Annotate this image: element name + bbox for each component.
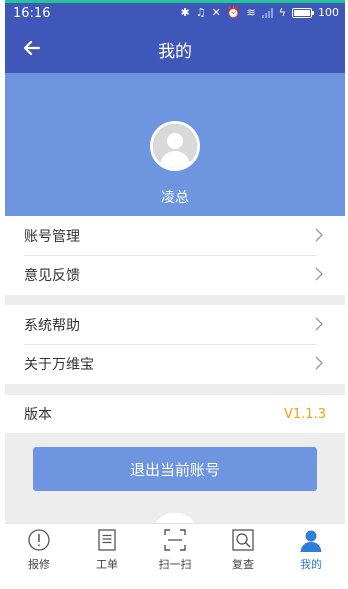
tab-label: 扫一扫 [158,558,192,571]
status-time: 16:16 [13,6,51,21]
username: 凌总 [161,190,189,206]
page-title: 我的 [158,42,192,62]
menu-item-account-management[interactable]: 账号管理 [5,216,345,255]
section-divider [5,295,345,305]
menu-item-label: 系统帮助 [24,317,80,334]
headphones-icon: ♫ [195,6,206,19]
battery-fill [294,9,310,16]
tab-mine[interactable]: 我的 [277,524,345,589]
tab-review[interactable]: 复查 [209,524,277,589]
menu-item-label: 关于万维宝 [24,356,94,373]
menu-item-label: 账号管理 [24,228,80,245]
status-bar: 16:16 ✱ ♫ ✕ ⏰ ≋ ϟ 100 [5,3,345,25]
menu-item-about[interactable]: 关于万维宝 [5,344,345,383]
mute-icon: ✕ [211,6,221,19]
bottom-tab-bar: 报修 工单 扫一扫 复查 我的 [5,523,345,589]
menu-item-label: 意见反馈 [24,267,80,284]
logout-section: 退出当前账号 [5,433,345,523]
tab-work-orders[interactable]: 工单 [73,524,141,589]
document-icon [98,529,116,551]
avatar[interactable] [150,121,200,171]
profile-header: 凌总 [5,73,345,216]
tab-report-repair[interactable]: 报修 [5,524,73,589]
user-avatar-icon [153,124,197,168]
version-row: 版本 V1.1.3 [5,395,345,433]
version-value: V1.1.3 [284,406,326,422]
scan-icon [164,529,186,551]
chevron-right-icon [315,228,323,242]
tab-label: 工单 [96,558,118,571]
menu-item-system-help[interactable]: 系统帮助 [5,305,345,344]
app-screen: 16:16 ✱ ♫ ✕ ⏰ ≋ ϟ 100 我的 凌总 账号管理 意见反馈 系统… [5,0,345,589]
tab-label: 复查 [232,558,254,571]
wifi-icon: ≋ [246,6,256,19]
logout-button[interactable]: 退出当前账号 [33,447,317,491]
chevron-right-icon [315,356,323,370]
charging-icon: ϟ [278,6,286,19]
tab-label: 我的 [300,558,322,571]
alert-circle-icon [28,529,50,551]
version-label: 版本 [24,407,52,423]
battery-percent: 100 [318,6,339,19]
chevron-right-icon [315,317,323,331]
status-icons: ✱ ♫ ✕ ⏰ ≋ ϟ 100 [181,6,340,19]
alarm-icon: ⏰ [226,6,241,19]
chevron-right-icon [315,267,323,281]
nav-bar: 我的 [5,25,345,73]
signal-icon [261,7,273,18]
section-divider [5,384,345,395]
bluetooth-icon: ✱ [180,6,190,19]
menu-item-feedback[interactable]: 意见反馈 [5,255,345,294]
user-icon [300,530,322,552]
tab-scan[interactable]: 扫一扫 [141,524,209,589]
menu-group-account: 账号管理 意见反馈 [5,216,345,294]
search-icon [232,529,254,551]
tab-label: 报修 [28,558,50,571]
menu-group-help: 系统帮助 关于万维宝 [5,305,345,383]
battery-icon [292,7,314,18]
